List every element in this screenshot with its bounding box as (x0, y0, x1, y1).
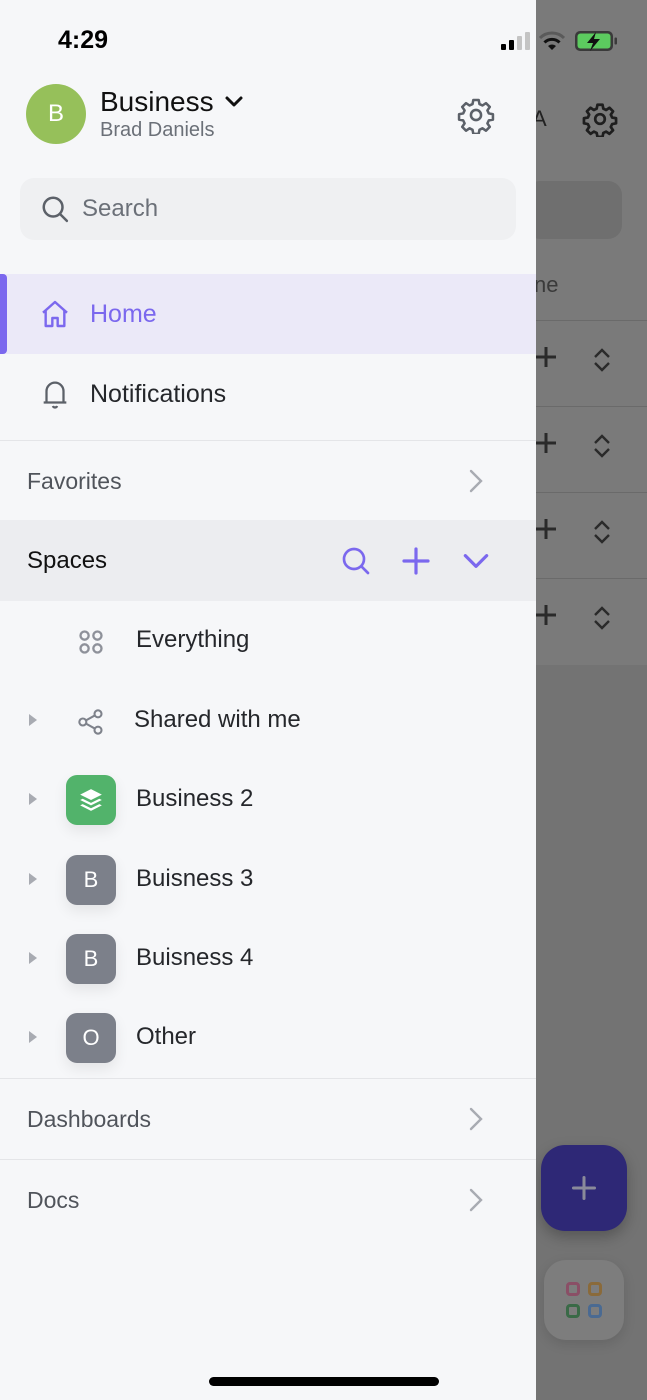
chevron-down-icon (225, 96, 243, 107)
space-item-label: Buisness 4 (136, 944, 254, 971)
grid-dots-icon (79, 630, 103, 654)
workspace-name: Business (100, 86, 214, 117)
app-dot-icon (566, 1304, 580, 1318)
section-docs[interactable]: Docs (0, 1160, 536, 1240)
space-item-label: Buisness 3 (136, 865, 254, 892)
space-item-everything[interactable]: Everything (0, 601, 536, 681)
app-dot-icon (566, 1282, 580, 1296)
chevron-up-down-icon (594, 520, 610, 544)
space-item-label: Other (136, 1023, 197, 1050)
home-indicator[interactable] (209, 1377, 439, 1386)
section-label: Spaces (27, 546, 108, 574)
caret-right-icon[interactable] (28, 713, 38, 727)
space-avatar: O (66, 1013, 116, 1063)
search-icon (42, 196, 69, 223)
background-row (536, 406, 647, 492)
settings-icon[interactable] (457, 96, 495, 134)
chevron-up-down-icon (594, 606, 610, 630)
space-avatar: B (66, 934, 116, 984)
layers-icon (80, 789, 102, 811)
workspace-avatar[interactable]: B (26, 84, 86, 144)
background-row (536, 578, 647, 664)
chevron-up-down-icon (594, 348, 610, 372)
section-label: Favorites (27, 467, 122, 494)
section-label: Docs (27, 1186, 80, 1213)
space-item-label: Business 2 (136, 785, 254, 812)
plus-icon (536, 519, 556, 539)
space-avatar: B (66, 855, 116, 905)
create-fab-button[interactable] (541, 1145, 627, 1231)
bell-icon (43, 381, 67, 409)
apps-button[interactable] (544, 1260, 624, 1340)
space-item-label: Everything (136, 626, 250, 653)
status-time: 4:29 (58, 26, 109, 54)
space-item-other[interactable]: O Other (0, 998, 536, 1078)
background-tab-fragment: ne (534, 272, 559, 297)
space-item-label: Shared with me (134, 706, 301, 733)
search-input[interactable]: Search (20, 178, 516, 240)
status-bar: 4:29 (0, 0, 647, 80)
wifi-icon (539, 31, 565, 50)
workspace-switcher[interactable]: Business (100, 86, 244, 118)
chevron-down-icon[interactable] (460, 545, 492, 577)
background-app-overlay[interactable]: A ne (526, 0, 647, 1400)
search-spaces-icon[interactable] (340, 545, 372, 577)
caret-right-icon[interactable] (28, 1030, 38, 1044)
caret-right-icon[interactable] (28, 951, 38, 965)
search-placeholder: Search (82, 195, 159, 222)
nav-item-label: Home (90, 299, 157, 328)
app-dot-icon (588, 1304, 602, 1318)
app-dot-icon (588, 1282, 602, 1296)
chevron-right-icon (469, 1107, 483, 1131)
nav-item-home[interactable]: Home (0, 274, 536, 354)
background-row (536, 492, 647, 578)
caret-right-icon[interactable] (28, 872, 38, 886)
background-row (536, 320, 647, 406)
section-dashboards[interactable]: Dashboards (0, 1079, 536, 1159)
space-item-business-3[interactable]: B Buisness 3 (0, 840, 536, 920)
add-space-icon[interactable] (400, 545, 432, 577)
space-item-business-4[interactable]: B Buisness 4 (0, 919, 536, 999)
plus-icon (571, 1175, 597, 1201)
plus-icon (536, 605, 556, 625)
section-spaces[interactable]: Spaces (0, 520, 536, 601)
space-avatar (66, 775, 116, 825)
navigation-drawer: B Business Brad Daniels Search Home Noti… (0, 0, 536, 1400)
plus-icon (536, 433, 556, 453)
background-search (526, 181, 622, 239)
workspace-header: B Business Brad Daniels (0, 84, 536, 146)
background-settings-icon (582, 103, 618, 137)
nav-item-label: Notifications (90, 379, 227, 408)
home-icon (42, 300, 68, 328)
share-icon (78, 709, 103, 735)
workspace-user-name: Brad Daniels (100, 119, 215, 141)
caret-right-icon[interactable] (28, 792, 38, 806)
chevron-right-icon (469, 1188, 483, 1212)
section-label: Dashboards (27, 1105, 152, 1132)
plus-icon (536, 347, 556, 367)
battery-charging-icon (575, 31, 617, 51)
signal-icon (501, 32, 530, 50)
chevron-right-icon (469, 469, 483, 493)
space-item-business-2[interactable]: Business 2 (0, 760, 536, 840)
space-item-shared[interactable]: Shared with me (0, 681, 536, 761)
section-favorites[interactable]: Favorites (0, 441, 536, 521)
nav-item-notifications[interactable]: Notifications (0, 354, 536, 434)
chevron-up-down-icon (594, 434, 610, 458)
